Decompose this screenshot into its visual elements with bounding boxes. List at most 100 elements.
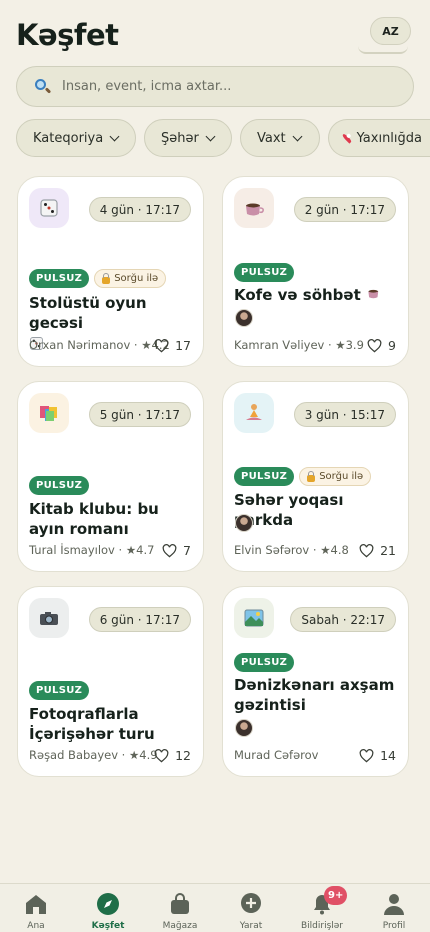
event-card[interactable]: 5 gün · 17:17 PULSUZ Kitab klubu: bu ayı… — [17, 381, 204, 572]
yoga-icon — [234, 393, 274, 433]
avatar — [235, 514, 253, 532]
tab-create[interactable]: Yarat — [221, 884, 281, 932]
filter-category[interactable]: Kateqoriya — [16, 119, 136, 157]
event-card[interactable]: 3 gün · 15:17 PULSUZ Sorğu ilə Səhər yoq… — [222, 381, 409, 572]
like-button[interactable]: 12 — [154, 748, 191, 763]
like-button[interactable]: 7 — [162, 543, 191, 558]
chevron-down-icon — [205, 131, 216, 141]
request-tag: Sorğu ilə — [299, 467, 372, 486]
seaside-picture-icon — [234, 598, 274, 638]
free-tag: PULSUZ — [234, 263, 295, 282]
filter-city[interactable]: Şəhər — [144, 119, 232, 157]
plus-circle-icon — [241, 893, 261, 913]
tab-explore[interactable]: Kəşfet — [78, 884, 138, 932]
event-time-badge: 2 gün · 17:17 — [293, 197, 396, 222]
like-button[interactable]: 21 — [359, 543, 396, 558]
like-count: 7 — [183, 543, 191, 558]
event-tags: PULSUZ — [234, 263, 295, 282]
request-tag-label: Sorğu ilə — [319, 471, 364, 482]
heart-icon — [162, 543, 177, 557]
heart-icon — [154, 748, 169, 762]
page-title: Kəşfet — [16, 18, 119, 52]
filter-nearby[interactable]: Yaxınlığda — [328, 119, 430, 157]
like-count: 21 — [380, 543, 396, 558]
event-title-text: Stolüstü oyun gecəsi — [29, 294, 147, 332]
request-tag-label: Sorğu ilə — [114, 273, 159, 284]
event-card[interactable]: 4 gün · 17:17 PULSUZ Sorğu ilə Stolüstü … — [17, 176, 204, 367]
event-title-text: Kofe və söhbət — [234, 286, 361, 304]
camera-icon — [29, 598, 69, 638]
coffee-icon — [234, 188, 274, 228]
event-title: Dənizkənarı axşam gəzintisi — [234, 676, 395, 714]
tab-home-label: Ana — [27, 921, 45, 931]
search-input[interactable] — [62, 79, 382, 94]
event-host: Elvin Səfərov · ★4.8 — [234, 543, 349, 557]
free-tag: PULSUZ — [234, 467, 295, 486]
game-die-icon — [29, 188, 69, 228]
avatar — [235, 719, 253, 737]
filter-time[interactable]: Vaxt — [240, 119, 320, 157]
notification-count-badge: 9+ — [324, 886, 348, 905]
request-tag: Sorğu ilə — [94, 269, 167, 288]
like-button[interactable]: 14 — [359, 748, 396, 763]
like-button[interactable]: 9 — [367, 338, 396, 353]
event-time-badge: 6 gün · 17:17 — [88, 607, 191, 632]
tab-explore-label: Kəşfet — [91, 921, 125, 931]
event-title: Fotoqraflarla İçərişəhər turu — [29, 705, 155, 743]
event-card[interactable]: 6 gün · 17:17 PULSUZ Fotoqraflarla İçəri… — [17, 586, 204, 777]
event-host: Murad Cəfərov — [234, 748, 319, 762]
bottom-tab-bar: Ana Kəşfet Mağaza Yarat 9+ Bildirişlər P… — [0, 883, 430, 932]
coffee-icon — [368, 289, 379, 299]
lock-icon — [307, 470, 316, 482]
home-icon — [26, 895, 46, 914]
free-tag: PULSUZ — [29, 681, 90, 700]
tab-shop[interactable]: Mağaza — [150, 884, 210, 932]
event-tags: PULSUZ — [234, 653, 295, 672]
tab-create-label: Yarat — [239, 921, 263, 931]
tab-notifications-label: Bildirişlər — [300, 921, 344, 931]
filter-category-label: Kateqoriya — [33, 130, 104, 146]
language-button[interactable]: AZ — [370, 17, 411, 45]
free-tag: PULSUZ — [29, 269, 90, 288]
event-tags: PULSUZ — [29, 476, 90, 495]
compass-icon — [97, 893, 119, 915]
chevron-down-icon — [292, 131, 303, 141]
tab-profile-label: Profil — [382, 921, 406, 931]
free-tag: PULSUZ — [29, 476, 90, 495]
event-time-badge: 3 gün · 15:17 — [293, 402, 396, 427]
filter-city-label: Şəhər — [161, 130, 199, 146]
event-host: Orxan Nərimanov · ★4.2 — [29, 338, 170, 352]
event-title: Səhər yoqası parkda — [234, 491, 344, 529]
like-count: 9 — [388, 338, 396, 353]
heart-icon — [367, 338, 382, 352]
tab-home[interactable]: Ana — [6, 884, 66, 932]
language-button-underline — [358, 46, 408, 54]
tab-profile[interactable]: Profil — [364, 884, 424, 932]
header: Kəşfet AZ — [0, 0, 430, 62]
event-card[interactable]: 2 gün · 17:17 PULSUZ Kofe və söhbət Kamr… — [222, 176, 409, 367]
filter-nearby-label: Yaxınlığda — [356, 130, 422, 146]
location-pin-icon — [341, 132, 352, 144]
like-count: 12 — [175, 748, 191, 763]
heart-icon — [154, 338, 169, 352]
event-tags: PULSUZ — [29, 681, 90, 700]
event-card[interactable]: Sabah · 22:17 PULSUZ Dənizkənarı axşam g… — [222, 586, 409, 777]
tab-shop-label: Mağaza — [162, 921, 198, 931]
event-host: Kamran Vəliyev · ★3.9 — [234, 338, 364, 352]
event-title: Kitab klubu: bu ayın romanı — [29, 500, 159, 538]
shopping-bag-icon — [171, 893, 189, 914]
search-bar[interactable] — [16, 66, 414, 107]
event-tags: PULSUZ Sorğu ilə — [234, 467, 372, 486]
person-icon — [384, 894, 404, 915]
heart-icon — [359, 748, 374, 762]
event-time-badge: Sabah · 22:17 — [290, 607, 396, 632]
event-host: Tural İsmayılov · ★4.7 — [29, 543, 155, 557]
heart-icon — [359, 543, 374, 557]
avatar — [235, 309, 253, 327]
like-button[interactable]: 17 — [154, 338, 191, 353]
chevron-down-icon — [109, 131, 120, 141]
event-time-badge: 5 gün · 17:17 — [88, 402, 191, 427]
like-count: 17 — [175, 338, 191, 353]
tab-notifications[interactable]: 9+ Bildirişlər — [292, 884, 352, 932]
lock-icon — [102, 272, 111, 284]
